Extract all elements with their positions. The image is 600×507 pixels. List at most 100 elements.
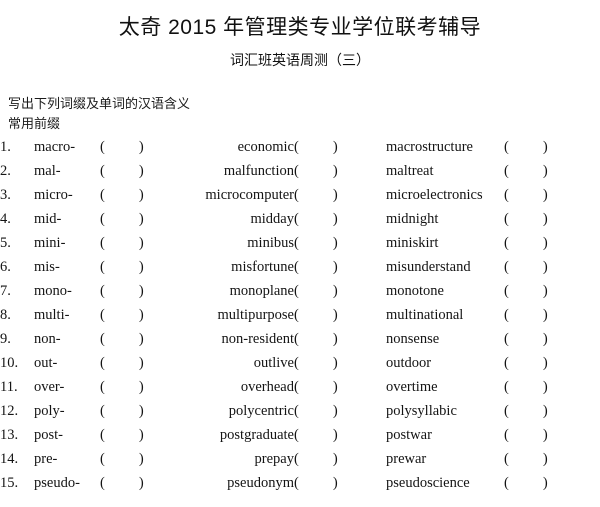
- row-number: 15.: [0, 474, 19, 491]
- word-two-answer-cell[interactable]: (): [504, 183, 600, 207]
- answer-blank[interactable]: (): [504, 375, 548, 399]
- word-one-answer-cell[interactable]: (): [294, 447, 386, 471]
- answer-blank[interactable]: (): [504, 351, 548, 375]
- prefix-answer-cell[interactable]: (): [100, 327, 194, 351]
- word-two-answer-cell[interactable]: (): [504, 207, 600, 231]
- word-one-answer-cell[interactable]: (): [294, 207, 386, 231]
- answer-blank[interactable]: (): [294, 231, 338, 255]
- answer-blank[interactable]: (): [100, 399, 144, 423]
- paren-open: (: [504, 186, 509, 203]
- answer-blank[interactable]: (): [100, 255, 144, 279]
- answer-blank[interactable]: (): [504, 231, 548, 255]
- word-two-answer-cell[interactable]: (): [504, 255, 600, 279]
- answer-blank[interactable]: (): [504, 255, 548, 279]
- answer-blank[interactable]: (): [504, 279, 548, 303]
- answer-blank[interactable]: (): [504, 447, 548, 471]
- answer-blank[interactable]: (): [100, 351, 144, 375]
- answer-blank[interactable]: (): [294, 399, 338, 423]
- answer-blank[interactable]: (): [100, 447, 144, 471]
- answer-blank[interactable]: (): [504, 303, 548, 327]
- answer-blank[interactable]: (): [294, 303, 338, 327]
- answer-blank[interactable]: (): [294, 207, 338, 231]
- example-word-two: macrostructure: [386, 138, 473, 155]
- word-two-answer-cell[interactable]: (): [504, 423, 600, 447]
- answer-blank[interactable]: (): [294, 135, 338, 159]
- answer-blank[interactable]: (): [294, 255, 338, 279]
- word-one-answer-cell[interactable]: (): [294, 255, 386, 279]
- word-one-answer-cell[interactable]: (): [294, 159, 386, 183]
- word-one-answer-cell[interactable]: (): [294, 375, 386, 399]
- prefix-answer-cell[interactable]: (): [100, 471, 194, 495]
- answer-blank[interactable]: (): [294, 375, 338, 399]
- answer-blank[interactable]: (): [294, 471, 338, 495]
- example-word-two: polysyllabic: [386, 402, 457, 419]
- prefix-answer-cell[interactable]: (): [100, 255, 194, 279]
- answer-blank[interactable]: (): [100, 423, 144, 447]
- prefix-answer-cell[interactable]: (): [100, 135, 194, 159]
- word-one-answer-cell[interactable]: (): [294, 279, 386, 303]
- paren-open: (: [294, 306, 299, 323]
- answer-blank[interactable]: (): [504, 207, 548, 231]
- word-one-answer-cell[interactable]: (): [294, 399, 386, 423]
- answer-blank[interactable]: (): [294, 279, 338, 303]
- prefix-answer-cell[interactable]: (): [100, 399, 194, 423]
- paren-open: (: [100, 234, 105, 251]
- answer-blank[interactable]: (): [294, 423, 338, 447]
- answer-blank[interactable]: (): [504, 159, 548, 183]
- answer-blank[interactable]: (): [504, 135, 548, 159]
- answer-blank[interactable]: (): [294, 183, 338, 207]
- answer-blank[interactable]: (): [504, 471, 548, 495]
- word-two-answer-cell[interactable]: (): [504, 471, 600, 495]
- prefix-answer-cell[interactable]: (): [100, 303, 194, 327]
- word-two-answer-cell[interactable]: (): [504, 135, 600, 159]
- word-two-answer-cell[interactable]: (): [504, 399, 600, 423]
- word-one-answer-cell[interactable]: (): [294, 231, 386, 255]
- answer-blank[interactable]: (): [100, 183, 144, 207]
- prefix-answer-cell[interactable]: (): [100, 447, 194, 471]
- answer-blank[interactable]: (): [294, 327, 338, 351]
- paren-close: ): [138, 330, 144, 347]
- answer-blank[interactable]: (): [504, 399, 548, 423]
- word-two-answer-cell[interactable]: (): [504, 327, 600, 351]
- word-one-answer-cell[interactable]: (): [294, 303, 386, 327]
- word-two-answer-cell[interactable]: (): [504, 231, 600, 255]
- answer-blank[interactable]: (): [100, 327, 144, 351]
- answer-blank[interactable]: (): [504, 423, 548, 447]
- word-two-answer-cell[interactable]: (): [504, 303, 600, 327]
- answer-blank[interactable]: (): [294, 351, 338, 375]
- answer-blank[interactable]: (): [100, 135, 144, 159]
- word-two-answer-cell[interactable]: (): [504, 447, 600, 471]
- prefix-answer-cell[interactable]: (): [100, 351, 194, 375]
- answer-blank[interactable]: (): [100, 207, 144, 231]
- word-one-answer-cell[interactable]: (): [294, 327, 386, 351]
- prefix-answer-cell[interactable]: (): [100, 423, 194, 447]
- answer-blank[interactable]: (): [100, 231, 144, 255]
- paren-close: ): [542, 426, 548, 443]
- prefix-answer-cell[interactable]: (): [100, 375, 194, 399]
- answer-blank[interactable]: (): [100, 471, 144, 495]
- answer-blank[interactable]: (): [100, 303, 144, 327]
- answer-blank[interactable]: (): [294, 447, 338, 471]
- prefix-answer-cell[interactable]: (): [100, 279, 194, 303]
- prefix-answer-cell[interactable]: (): [100, 183, 194, 207]
- word-one-answer-cell[interactable]: (): [294, 183, 386, 207]
- answer-blank[interactable]: (): [100, 375, 144, 399]
- word-one-answer-cell[interactable]: (): [294, 351, 386, 375]
- prefix-answer-cell[interactable]: (): [100, 159, 194, 183]
- word-two-answer-cell[interactable]: (): [504, 279, 600, 303]
- word-two-answer-cell[interactable]: (): [504, 351, 600, 375]
- answer-blank[interactable]: (): [504, 327, 548, 351]
- word-one-answer-cell[interactable]: (): [294, 471, 386, 495]
- word-one-answer-cell[interactable]: (): [294, 423, 386, 447]
- answer-blank[interactable]: (): [294, 159, 338, 183]
- word-two-answer-cell[interactable]: (): [504, 375, 600, 399]
- answer-blank[interactable]: (): [504, 183, 548, 207]
- prefix-answer-cell[interactable]: (): [100, 231, 194, 255]
- paren-open: (: [504, 330, 509, 347]
- word-one-answer-cell[interactable]: (): [294, 135, 386, 159]
- prefix-term: micro-: [34, 186, 73, 203]
- word-two-answer-cell[interactable]: (): [504, 159, 600, 183]
- answer-blank[interactable]: (): [100, 279, 144, 303]
- answer-blank[interactable]: (): [100, 159, 144, 183]
- prefix-answer-cell[interactable]: (): [100, 207, 194, 231]
